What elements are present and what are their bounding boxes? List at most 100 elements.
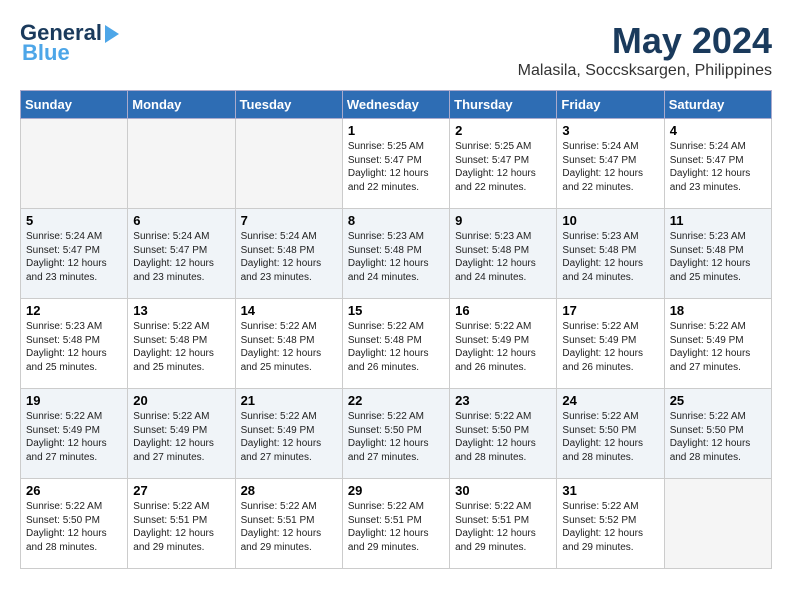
day-info: Sunrise: 5:24 AM Sunset: 5:47 PM Dayligh… bbox=[562, 140, 658, 194]
calendar-cell: 26 Sunrise: 5:22 AM Sunset: 5:50 PM Dayli… bbox=[21, 479, 128, 569]
calendar-cell: 10 Sunrise: 5:23 AM Sunset: 5:48 PM Dayli… bbox=[557, 209, 664, 299]
calendar-cell: 5 Sunrise: 5:24 AM Sunset: 5:47 PM Daylig… bbox=[21, 209, 128, 299]
calendar-table: SundayMondayTuesdayWednesdayThursdayFrid… bbox=[20, 90, 772, 569]
day-info: Sunrise: 5:22 AM Sunset: 5:49 PM Dayligh… bbox=[133, 410, 229, 464]
calendar-cell: 4 Sunrise: 5:24 AM Sunset: 5:47 PM Daylig… bbox=[664, 119, 771, 209]
day-number: 10 bbox=[562, 213, 658, 228]
calendar-week-row: 5 Sunrise: 5:24 AM Sunset: 5:47 PM Daylig… bbox=[21, 209, 772, 299]
calendar-cell: 11 Sunrise: 5:23 AM Sunset: 5:48 PM Dayli… bbox=[664, 209, 771, 299]
day-info: Sunrise: 5:22 AM Sunset: 5:49 PM Dayligh… bbox=[26, 410, 122, 464]
calendar-cell bbox=[128, 119, 235, 209]
calendar-cell: 29 Sunrise: 5:22 AM Sunset: 5:51 PM Dayli… bbox=[342, 479, 449, 569]
day-number: 31 bbox=[562, 483, 658, 498]
weekday-header-wednesday: Wednesday bbox=[342, 91, 449, 119]
day-number: 1 bbox=[348, 123, 444, 138]
day-number: 8 bbox=[348, 213, 444, 228]
day-number: 12 bbox=[26, 303, 122, 318]
calendar-cell bbox=[664, 479, 771, 569]
day-number: 20 bbox=[133, 393, 229, 408]
day-info: Sunrise: 5:22 AM Sunset: 5:51 PM Dayligh… bbox=[455, 500, 551, 554]
day-info: Sunrise: 5:25 AM Sunset: 5:47 PM Dayligh… bbox=[348, 140, 444, 194]
day-info: Sunrise: 5:22 AM Sunset: 5:50 PM Dayligh… bbox=[562, 410, 658, 464]
calendar-cell: 19 Sunrise: 5:22 AM Sunset: 5:49 PM Dayli… bbox=[21, 389, 128, 479]
calendar-cell: 12Sunrise: 5:23 AM Sunset: 5:48 PM Dayli… bbox=[21, 299, 128, 389]
calendar-week-row: 19 Sunrise: 5:22 AM Sunset: 5:49 PM Dayli… bbox=[21, 389, 772, 479]
day-number: 18 bbox=[670, 303, 766, 318]
calendar-cell: 22 Sunrise: 5:22 AM Sunset: 5:50 PM Dayli… bbox=[342, 389, 449, 479]
day-number: 9 bbox=[455, 213, 551, 228]
calendar-cell: 28Sunrise: 5:22 AM Sunset: 5:51 PM Dayli… bbox=[235, 479, 342, 569]
logo-arrow-icon bbox=[105, 25, 119, 43]
calendar-cell: 9Sunrise: 5:23 AM Sunset: 5:48 PM Daylig… bbox=[450, 209, 557, 299]
day-number: 6 bbox=[133, 213, 229, 228]
day-number: 19 bbox=[26, 393, 122, 408]
calendar-week-row: 26 Sunrise: 5:22 AM Sunset: 5:50 PM Dayli… bbox=[21, 479, 772, 569]
day-number: 29 bbox=[348, 483, 444, 498]
calendar-cell: 17 Sunrise: 5:22 AM Sunset: 5:49 PM Dayli… bbox=[557, 299, 664, 389]
day-info: Sunrise: 5:23 AM Sunset: 5:48 PM Dayligh… bbox=[670, 230, 766, 284]
calendar-cell bbox=[235, 119, 342, 209]
calendar-cell: 24 Sunrise: 5:22 AM Sunset: 5:50 PM Dayli… bbox=[557, 389, 664, 479]
day-number: 28 bbox=[241, 483, 337, 498]
calendar-cell: 2 Sunrise: 5:25 AM Sunset: 5:47 PM Daylig… bbox=[450, 119, 557, 209]
calendar-cell: 15 Sunrise: 5:22 AM Sunset: 5:48 PM Dayli… bbox=[342, 299, 449, 389]
calendar-cell: 21 Sunrise: 5:22 AM Sunset: 5:49 PM Dayli… bbox=[235, 389, 342, 479]
day-number: 13 bbox=[133, 303, 229, 318]
day-number: 24 bbox=[562, 393, 658, 408]
weekday-header-tuesday: Tuesday bbox=[235, 91, 342, 119]
calendar-cell bbox=[21, 119, 128, 209]
day-number: 2 bbox=[455, 123, 551, 138]
day-number: 11 bbox=[670, 213, 766, 228]
day-number: 23 bbox=[455, 393, 551, 408]
day-info: Sunrise: 5:22 AM Sunset: 5:50 PM Dayligh… bbox=[670, 410, 766, 464]
day-info: Sunrise: 5:22 AM Sunset: 5:49 PM Dayligh… bbox=[241, 410, 337, 464]
calendar-cell: 31 Sunrise: 5:22 AM Sunset: 5:52 PM Dayli… bbox=[557, 479, 664, 569]
day-info: Sunrise: 5:22 AM Sunset: 5:49 PM Dayligh… bbox=[670, 320, 766, 374]
calendar-cell: 1 Sunrise: 5:25 AM Sunset: 5:47 PM Daylig… bbox=[342, 119, 449, 209]
day-number: 17 bbox=[562, 303, 658, 318]
day-number: 26 bbox=[26, 483, 122, 498]
calendar-header-row: SundayMondayTuesdayWednesdayThursdayFrid… bbox=[21, 91, 772, 119]
day-number: 30 bbox=[455, 483, 551, 498]
day-info: Sunrise: 5:24 AM Sunset: 5:48 PM Dayligh… bbox=[241, 230, 337, 284]
title-block: May 2024 Malasila, Soccsksargen, Philipp… bbox=[518, 20, 772, 80]
day-number: 15 bbox=[348, 303, 444, 318]
day-info: Sunrise: 5:22 AM Sunset: 5:52 PM Dayligh… bbox=[562, 500, 658, 554]
day-number: 22 bbox=[348, 393, 444, 408]
calendar-cell: 16 Sunrise: 5:22 AM Sunset: 5:49 PM Dayli… bbox=[450, 299, 557, 389]
day-info: Sunrise: 5:22 AM Sunset: 5:51 PM Dayligh… bbox=[348, 500, 444, 554]
weekday-header-thursday: Thursday bbox=[450, 91, 557, 119]
calendar-cell: 8 Sunrise: 5:23 AM Sunset: 5:48 PM Daylig… bbox=[342, 209, 449, 299]
day-info: Sunrise: 5:22 AM Sunset: 5:51 PM Dayligh… bbox=[133, 500, 229, 554]
day-info: Sunrise: 5:25 AM Sunset: 5:47 PM Dayligh… bbox=[455, 140, 551, 194]
day-number: 16 bbox=[455, 303, 551, 318]
location-subtitle: Malasila, Soccsksargen, Philippines bbox=[518, 62, 772, 80]
calendar-cell: 13Sunrise: 5:22 AM Sunset: 5:48 PM Dayli… bbox=[128, 299, 235, 389]
calendar-week-row: 1 Sunrise: 5:25 AM Sunset: 5:47 PM Daylig… bbox=[21, 119, 772, 209]
day-number: 5 bbox=[26, 213, 122, 228]
day-info: Sunrise: 5:23 AM Sunset: 5:48 PM Dayligh… bbox=[562, 230, 658, 284]
weekday-header-friday: Friday bbox=[557, 91, 664, 119]
day-number: 7 bbox=[241, 213, 337, 228]
day-info: Sunrise: 5:24 AM Sunset: 5:47 PM Dayligh… bbox=[670, 140, 766, 194]
day-number: 4 bbox=[670, 123, 766, 138]
day-info: Sunrise: 5:23 AM Sunset: 5:48 PM Dayligh… bbox=[348, 230, 444, 284]
calendar-cell: 27Sunrise: 5:22 AM Sunset: 5:51 PM Dayli… bbox=[128, 479, 235, 569]
calendar-cell: 7 Sunrise: 5:24 AM Sunset: 5:48 PM Daylig… bbox=[235, 209, 342, 299]
day-info: Sunrise: 5:22 AM Sunset: 5:49 PM Dayligh… bbox=[455, 320, 551, 374]
day-number: 21 bbox=[241, 393, 337, 408]
day-info: Sunrise: 5:22 AM Sunset: 5:50 PM Dayligh… bbox=[348, 410, 444, 464]
day-number: 14 bbox=[241, 303, 337, 318]
day-info: Sunrise: 5:24 AM Sunset: 5:47 PM Dayligh… bbox=[133, 230, 229, 284]
day-info: Sunrise: 5:24 AM Sunset: 5:47 PM Dayligh… bbox=[26, 230, 122, 284]
calendar-cell: 20 Sunrise: 5:22 AM Sunset: 5:49 PM Dayli… bbox=[128, 389, 235, 479]
logo: General Blue bbox=[20, 20, 110, 66]
day-info: Sunrise: 5:22 AM Sunset: 5:49 PM Dayligh… bbox=[562, 320, 658, 374]
day-info: Sunrise: 5:22 AM Sunset: 5:48 PM Dayligh… bbox=[348, 320, 444, 374]
day-info: Sunrise: 5:22 AM Sunset: 5:50 PM Dayligh… bbox=[26, 500, 122, 554]
day-number: 3 bbox=[562, 123, 658, 138]
day-number: 25 bbox=[670, 393, 766, 408]
page-header: General Blue May 2024 Malasila, Soccsksa… bbox=[20, 20, 772, 80]
weekday-header-sunday: Sunday bbox=[21, 91, 128, 119]
calendar-cell: 23Sunrise: 5:22 AM Sunset: 5:50 PM Dayli… bbox=[450, 389, 557, 479]
